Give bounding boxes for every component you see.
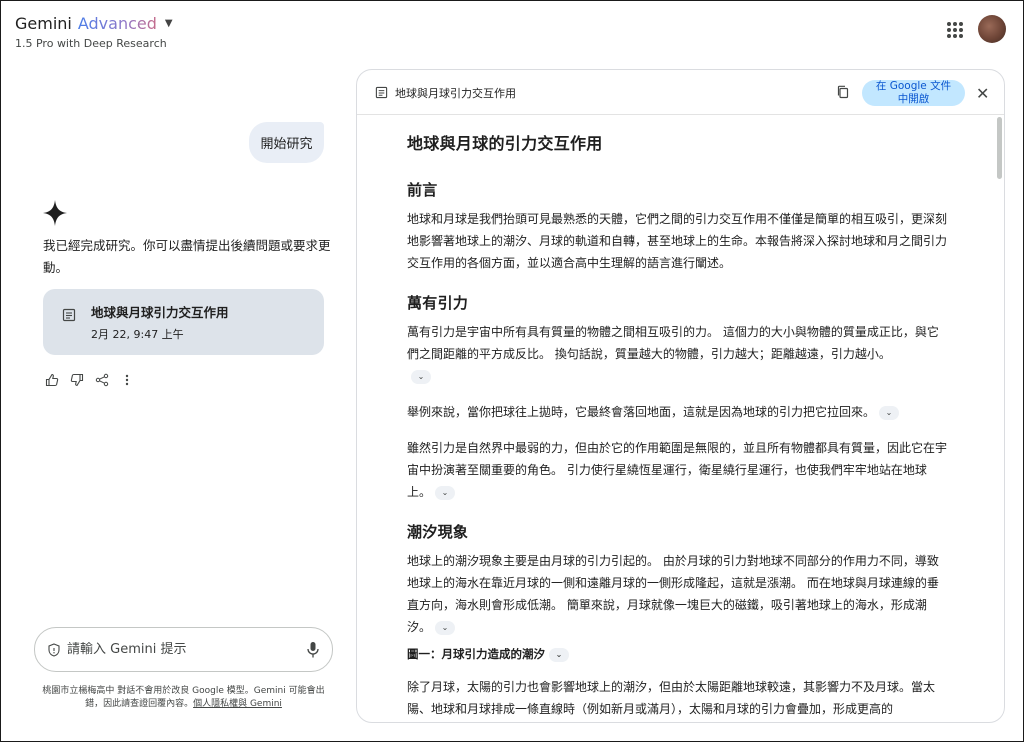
tide-text-1: 地球上的潮汐現象主要是由月球的引力引起的。 由於月球的引力對地球不同部分的作用力…: [407, 554, 939, 634]
figure-label: 圖一：月球引力造成的潮汐 ⌄: [407, 646, 947, 662]
prompt-input-container: [34, 627, 333, 672]
privacy-link[interactable]: 個人隱私權與 Gemini: [193, 699, 282, 709]
figure-label-text: 圖一：月球引力造成的潮汐: [407, 647, 545, 661]
intro-paragraph: 地球和月球是我們抬頭可見最熟悉的天體，它們之間的引力交互作用不僅僅是簡單的相互吸…: [407, 212, 948, 270]
doc-content: 地球與月球的引力交互作用 前言 地球和月球是我們抬頭可見最熟悉的天體，它們之間的…: [407, 130, 948, 722]
disclaimer-text: 桃園市立楊梅高中 對話不會用於改良 Google 模型。Gemini 可能會出錯…: [42, 686, 325, 709]
gravity-paragraph-3: 雖然引力是自然界中最弱的力，但由於它的作用範圍是無限的，並且所有物體都具有質量，…: [407, 437, 947, 503]
scrollbar-thumb[interactable]: [997, 117, 1002, 179]
brand-tier: Advanced: [77, 14, 157, 33]
document-icon: [62, 308, 76, 322]
section-heading-tides: 潮汐現象: [407, 523, 469, 541]
gravity-text-3: 雖然引力是自然界中最弱的力，但由於它的作用範圍是無限的，並且所有物體都具有質量，…: [407, 441, 948, 499]
panel-title: 地球與月球引力交互作用: [395, 87, 516, 100]
document-icon: [375, 86, 388, 99]
open-docs-label-2: 中開啟: [897, 93, 930, 105]
share-icon[interactable]: [93, 371, 110, 388]
panel-header: 地球與月球引力交互作用 在 Google 文件 中開啟 ✕: [357, 70, 1004, 115]
expand-sources-icon[interactable]: ⌄: [879, 405, 900, 420]
copy-icon[interactable]: [836, 85, 850, 99]
gemini-sparkle-icon: [43, 200, 67, 226]
research-doc-panel: 地球與月球引力交互作用 在 Google 文件 中開啟 ✕ 地球與月球的引力交互…: [356, 69, 1005, 723]
gravity-paragraph-1: 萬有引力是宇宙中所有具有質量的物體之間相互吸引的力。 這個力的大小與物體的質量成…: [407, 321, 947, 387]
gravity-text-1: 萬有引力是宇宙中所有具有質量的物體之間相互吸引的力。 這個力的大小與物體的質量成…: [407, 325, 939, 361]
doc-title: 地球與月球的引力交互作用: [407, 134, 603, 153]
open-in-docs-button[interactable]: 在 Google 文件 中開啟: [862, 80, 965, 106]
brand-name: Gemini: [15, 14, 72, 33]
close-icon[interactable]: ✕: [976, 84, 989, 103]
open-docs-label-1: 在 Google 文件: [875, 80, 952, 92]
model-reply: 我已經完成研究。你可以盡情提出後續問題或要求更動。: [43, 238, 331, 275]
response-actions: [43, 371, 135, 388]
more-vert-icon[interactable]: [118, 371, 135, 388]
disclaimer: 桃園市立楊梅高中 對話不會用於改良 Google 模型。Gemini 可能會出錯…: [34, 685, 333, 711]
scrollbar-track[interactable]: [996, 115, 1004, 722]
thumbs-up-icon[interactable]: [43, 371, 60, 388]
tide-paragraph-1: 地球上的潮汐現象主要是由月球的引力引起的。 由於月球的引力對地球不同部分的作用力…: [407, 550, 947, 638]
research-doc-card[interactable]: 地球與月球引力交互作用 2月 22, 9:47 上午: [43, 289, 324, 355]
app-header: Gemini Advanced ▼ 1.5 Pro with Deep Rese…: [15, 13, 173, 50]
model-subtitle: 1.5 Pro with Deep Research: [15, 37, 167, 50]
shield-icon: [48, 642, 60, 657]
model-switcher[interactable]: Gemini Advanced ▼: [15, 13, 173, 35]
user-message: 開始研究: [249, 122, 324, 163]
expand-sources-icon[interactable]: ⌄: [411, 369, 431, 384]
prompt-input[interactable]: [67, 642, 306, 657]
expand-sources-icon[interactable]: ⌄: [435, 485, 456, 500]
tide-paragraph-2: 除了月球，太陽的引力也會影響地球上的潮汐，但由於太陽距離地球較遠，其影響力不及月…: [407, 680, 936, 716]
expand-figure-icon[interactable]: ⌄: [549, 647, 569, 662]
thumbs-down-icon[interactable]: [68, 371, 85, 388]
microphone-icon[interactable]: [306, 641, 320, 659]
expand-sources-icon[interactable]: ⌄: [435, 620, 456, 635]
doc-card-timestamp: 2月 22, 9:47 上午: [91, 328, 184, 341]
caret-down-icon[interactable]: ▼: [165, 13, 173, 35]
avatar[interactable]: [978, 15, 1006, 43]
doc-card-title: 地球與月球引力交互作用: [91, 305, 229, 320]
section-heading-gravity: 萬有引力: [407, 294, 469, 312]
google-apps-icon[interactable]: [947, 22, 963, 38]
gravity-text-2: 舉例來說，當你把球往上拋時，它最終會落回地面，這就是因為地球的引力把它拉回來。: [407, 405, 876, 419]
gravity-paragraph-2: 舉例來說，當你把球往上拋時，它最終會落回地面，這就是因為地球的引力把它拉回來。 ⌄: [407, 401, 947, 423]
section-heading-intro: 前言: [407, 181, 438, 199]
